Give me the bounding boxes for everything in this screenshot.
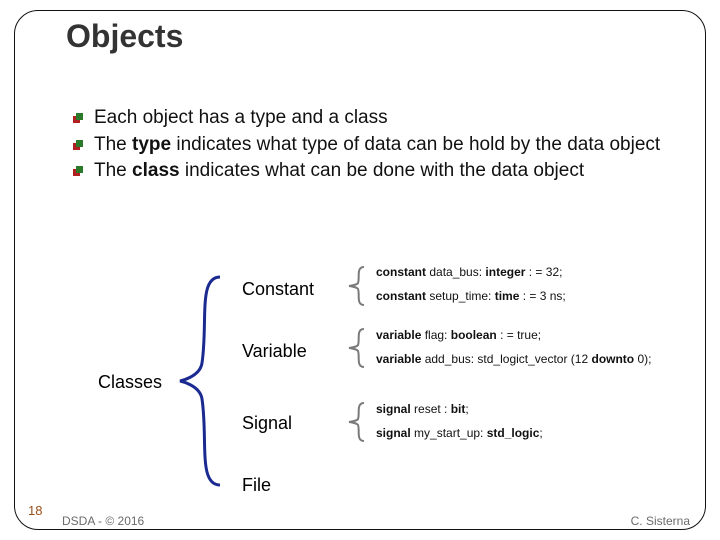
kw: std_logic	[487, 426, 540, 440]
bullet-icon	[72, 139, 84, 151]
slide: Objects Each object has a type and a cla…	[0, 0, 720, 540]
kw: signal	[376, 402, 411, 416]
class-name-signal: Signal	[242, 414, 292, 432]
text: indicates what type of data can be hold …	[171, 134, 660, 155]
brace-large	[172, 273, 230, 489]
brace-small	[344, 400, 368, 444]
text: : = 32;	[525, 265, 562, 279]
code-line: constant data_bus: integer : = 32;	[376, 266, 566, 280]
code-line: signal reset : bit;	[376, 403, 543, 417]
text: add_bus: std_logict_vector (12	[421, 352, 591, 366]
brace-small	[344, 264, 368, 308]
class-name-constant: Constant	[242, 280, 314, 298]
bullet-item: The class indicates what can be done wit…	[72, 159, 690, 184]
code-signal: signal reset : bit; signal my_start_up: …	[376, 403, 543, 451]
code-line: variable flag: boolean : = true;	[376, 329, 651, 343]
text: ;	[539, 426, 542, 440]
slide-number: 18	[28, 503, 42, 518]
slide-title: Objects	[66, 18, 183, 55]
bullet-text: The class indicates what can be done wit…	[94, 159, 690, 184]
text: 0);	[634, 352, 651, 366]
kw: downto	[591, 352, 634, 366]
code-line: signal my_start_up: std_logic;	[376, 427, 543, 441]
kw: variable	[376, 328, 421, 342]
text: indicates what can be done with the data…	[180, 160, 585, 181]
text: ;	[465, 402, 468, 416]
text-bold: type	[132, 134, 171, 155]
kw: signal	[376, 426, 411, 440]
class-name-file: File	[242, 476, 271, 494]
bullet-item: The type indicates what type of data can…	[72, 133, 690, 158]
kw: bit	[451, 402, 466, 416]
text: : = 3 ns;	[519, 289, 565, 303]
code-line: variable add_bus: std_logict_vector (12 …	[376, 353, 651, 367]
footer-right: C. Sisterna	[631, 514, 690, 528]
text: The	[94, 134, 132, 155]
text: flag:	[421, 328, 450, 342]
bullet-text: Each object has a type and a class	[94, 106, 690, 131]
code-constant: constant data_bus: integer : = 32; const…	[376, 266, 566, 314]
kw: variable	[376, 352, 421, 366]
kw: boolean	[451, 328, 497, 342]
bullet-list: Each object has a type and a class The t…	[72, 106, 690, 186]
code-variable: variable flag: boolean : = true; variabl…	[376, 329, 651, 377]
text: my_start_up:	[411, 426, 487, 440]
kw: integer	[485, 265, 525, 279]
kw: constant	[376, 289, 426, 303]
text: data_bus:	[426, 265, 485, 279]
code-line: constant setup_time: time : = 3 ns;	[376, 290, 566, 304]
bullet-item: Each object has a type and a class	[72, 106, 690, 131]
text: The	[94, 160, 132, 181]
text: setup_time:	[426, 289, 495, 303]
kw: time	[495, 289, 520, 303]
text: Each object has a type and a class	[94, 107, 388, 128]
classes-label: Classes	[98, 372, 162, 393]
bullet-icon	[72, 165, 84, 177]
text-bold: class	[132, 160, 180, 181]
class-name-variable: Variable	[242, 342, 307, 360]
brace-small	[344, 326, 368, 370]
bullet-text: The type indicates what type of data can…	[94, 133, 690, 158]
kw: constant	[376, 265, 426, 279]
text: : = true;	[497, 328, 541, 342]
footer-left: DSDA - © 2016	[62, 514, 144, 528]
bullet-icon	[72, 112, 84, 124]
text: reset :	[411, 402, 451, 416]
